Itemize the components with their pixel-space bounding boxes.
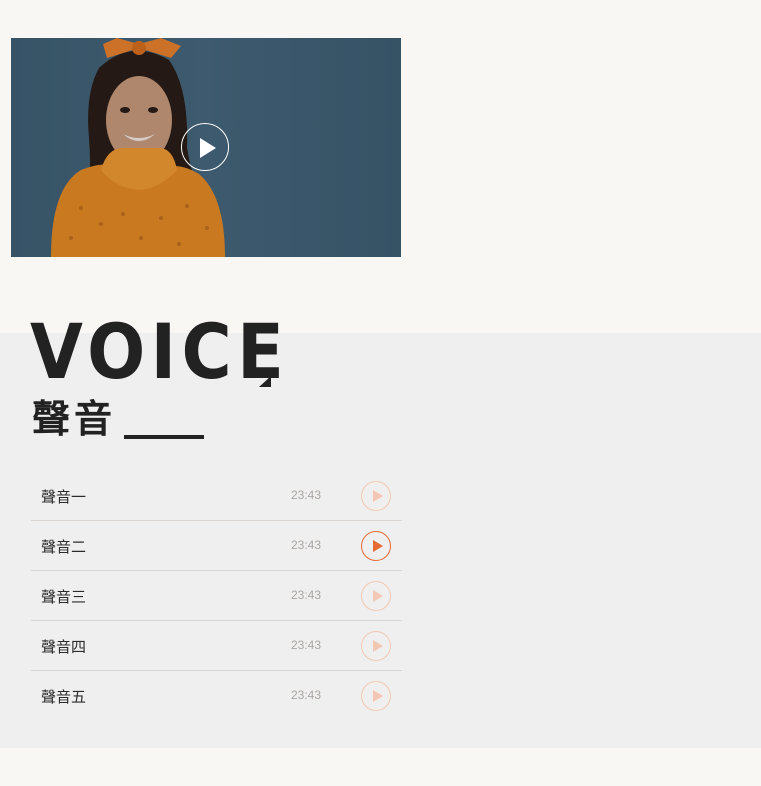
track-duration: 23:43 [291, 488, 322, 502]
section-subtitle: 聲音 [32, 397, 117, 441]
section-title: VOICE [30, 307, 290, 396]
track-name: 聲音三 [41, 589, 87, 606]
track-name: 聲音五 [41, 689, 87, 706]
corner-triangle-icon [259, 376, 271, 387]
track-row[interactable]: 聲音三 23:43 [31, 571, 402, 621]
play-icon[interactable] [361, 631, 391, 661]
track-row[interactable]: 聲音五 23:43 [31, 671, 402, 720]
track-duration: 23:43 [291, 538, 322, 552]
track-duration: 23:43 [291, 638, 322, 652]
track-list: 聲音一 23:43 聲音二 23:43 聲音三 23:43 聲音四 23:43 … [31, 471, 402, 720]
play-circle-icon[interactable] [181, 123, 229, 171]
play-icon[interactable] [361, 481, 391, 511]
track-duration: 23:43 [291, 588, 322, 602]
play-icon[interactable] [361, 531, 391, 561]
track-name: 聲音一 [41, 489, 87, 506]
video-player[interactable] [11, 38, 401, 257]
track-row[interactable]: 聲音一 23:43 [31, 471, 402, 521]
track-name: 聲音二 [41, 539, 87, 556]
play-icon[interactable] [361, 581, 391, 611]
play-icon[interactable] [361, 681, 391, 711]
track-row[interactable]: 聲音四 23:43 [31, 621, 402, 671]
subtitle-underline [124, 435, 204, 439]
track-row[interactable]: 聲音二 23:43 [31, 521, 402, 571]
track-duration: 23:43 [291, 688, 322, 702]
track-name: 聲音四 [41, 639, 87, 656]
